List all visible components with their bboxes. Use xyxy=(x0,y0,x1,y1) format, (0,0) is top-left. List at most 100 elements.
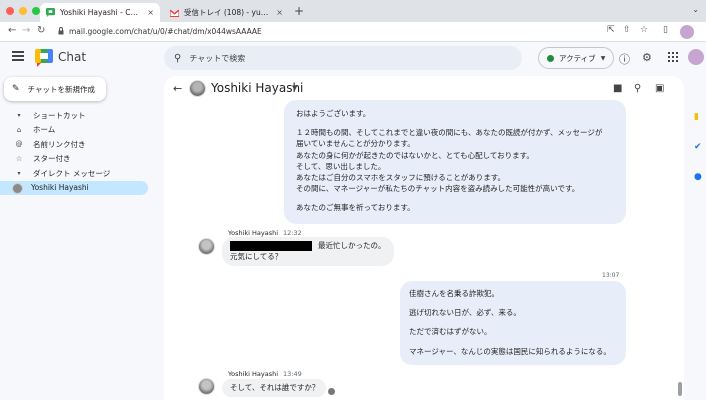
message-line: 元気にしてる？ xyxy=(230,252,283,262)
google-apps-icon[interactable] xyxy=(668,52,678,62)
sidebar-item-label: Yoshiki Hayashi xyxy=(31,183,89,193)
status-dot-icon xyxy=(547,54,554,62)
sidebar-item-label: ホーム xyxy=(33,125,56,135)
message-bubble-sent[interactable]: おはようございます。 １２時間もの間、そしてこれまでと違い夜の間にも、あなたの既… xyxy=(284,100,626,224)
avatar xyxy=(12,182,23,194)
search-input[interactable]: ⚲ チャットで検索 xyxy=(164,46,522,70)
avatar[interactable] xyxy=(198,238,215,255)
search-icon: ⚲ xyxy=(174,52,182,64)
message-sender: Yoshiki Hayashi 12:32 xyxy=(228,229,302,237)
search-icon[interactable]: ⚲ xyxy=(634,83,641,94)
close-tab-icon[interactable]: × xyxy=(276,8,283,17)
message-bubble-received[interactable]: 最近忙しかったの。 元気にしてる？ xyxy=(222,237,394,266)
sidebar-section-shortcuts[interactable]: ▾ ショートカット xyxy=(0,108,150,123)
sidebar-item-home[interactable]: ⌂ ホーム xyxy=(0,123,150,138)
tab-chat[interactable]: Yoshiki Hayashi - Chat × xyxy=(40,3,160,22)
message-line: あなたのご無事を祈っております。 xyxy=(296,203,415,213)
sidebar-item-label: ショートカット xyxy=(33,110,86,120)
open-external-icon[interactable]: ⇱ xyxy=(607,25,615,35)
caret-down-icon: ▾ xyxy=(17,169,21,177)
side-panel-icon[interactable]: ▯ xyxy=(663,25,668,35)
keep-icon[interactable]: ▮ xyxy=(694,112,699,122)
help-icon[interactable]: ⓘ xyxy=(619,51,630,67)
tab-search-chevron-icon[interactable]: ⌄ xyxy=(692,5,699,14)
message-time: 13:49 xyxy=(283,370,302,378)
sidebar-item-label: スター付き xyxy=(33,154,71,164)
scrollbar[interactable] xyxy=(678,382,682,396)
message-sender: Yoshiki Hayashi 13:49 xyxy=(228,370,302,378)
at-icon: @ xyxy=(15,140,23,149)
conversation-header: ← Yoshiki Hayashi ▼ ■ ⚲ ▣ xyxy=(164,76,684,102)
close-window-button[interactable] xyxy=(6,7,14,15)
address-bar[interactable]: mail.google.com/chat/u/0/#chat/dm/x044ws… xyxy=(58,24,638,39)
sidebar-item-mentions[interactable]: @ 名前リンク付き xyxy=(0,137,150,152)
app-title: Chat xyxy=(58,50,87,64)
chevron-down-icon[interactable]: ▼ xyxy=(292,84,297,92)
tasks-icon[interactable]: ✔ xyxy=(694,142,702,152)
account-avatar[interactable] xyxy=(688,49,704,65)
message-text: そして、それは誰ですか？ xyxy=(230,383,320,392)
sidebar-nav: ▾ ショートカット ⌂ ホーム @ 名前リンク付き ☆ スター付き ▾ ダイレク… xyxy=(0,108,150,195)
tab-gmail[interactable]: 受信トレイ (108) - yurikokuma × xyxy=(164,3,289,22)
back-arrow-icon[interactable]: ← xyxy=(173,82,182,95)
avatar[interactable] xyxy=(189,80,206,97)
contacts-icon[interactable]: ● xyxy=(694,172,702,182)
conversation-panel: ← Yoshiki Hayashi ▼ ■ ⚲ ▣ おはようございます。 １２時… xyxy=(164,76,684,400)
sidebar-item-dm-yoshiki-hayashi[interactable]: Yoshiki Hayashi xyxy=(0,180,148,195)
chevron-down-icon: ▼ xyxy=(600,54,606,62)
new-chat-label: チャットを新規作成 xyxy=(27,84,95,94)
close-tab-icon[interactable]: × xyxy=(147,8,154,17)
conversation-title[interactable]: Yoshiki Hayashi xyxy=(211,81,303,95)
settings-gear-icon[interactable]: ⚙ xyxy=(642,51,652,64)
gmail-favicon-icon xyxy=(170,8,179,17)
search-placeholder: チャットで検索 xyxy=(189,53,246,63)
message-line: 佳樹さんを名乗る詐欺犯。 xyxy=(409,289,499,298)
sidebar-item-starred[interactable]: ☆ スター付き xyxy=(0,152,150,167)
star-icon: ☆ xyxy=(15,154,23,163)
message-bubble-received[interactable]: そして、それは誰ですか？ xyxy=(222,379,326,397)
bookmark-star-icon[interactable]: ☆ xyxy=(640,25,648,35)
status-label: アクティブ xyxy=(559,53,596,63)
share-icon[interactable]: ⇧ xyxy=(623,25,631,35)
main-menu-icon[interactable] xyxy=(12,51,24,61)
sidebar-section-direct-messages[interactable]: ▾ ダイレクト メッセージ xyxy=(0,166,150,181)
message-line: そして、思い出しました。 xyxy=(296,161,386,171)
reload-icon[interactable]: ↻ xyxy=(37,25,45,36)
status-selector[interactable]: アクティブ ▼ xyxy=(538,47,615,69)
forward-icon[interactable]: → xyxy=(22,25,30,36)
back-icon[interactable]: ← xyxy=(8,25,16,36)
message-text: 最近忙しかったの。 xyxy=(318,241,386,250)
message-line: おはようございます。 xyxy=(296,109,371,118)
new-chat-button[interactable]: ✎ チャットを新規作成 xyxy=(4,77,106,101)
redaction-bar xyxy=(230,241,312,251)
url-text: mail.google.com/chat/u/0/#chat/dm/x044ws… xyxy=(69,27,262,36)
sender-name: Yoshiki Hayashi xyxy=(228,370,279,378)
video-call-icon[interactable]: ■ xyxy=(613,83,622,94)
new-tab-button[interactable]: + xyxy=(294,4,304,18)
message-time: 13:07 xyxy=(602,272,620,279)
message-bubble-sent[interactable]: 佳樹さんを名乗る詐欺犯。 逃げ切れない日が、必ず、来る。 ただで済むはずがない。… xyxy=(400,281,626,365)
message-line: １２時間もの間、そしてこれまでと違い夜の間にも、あなたの既読が付かず、メッセージ… xyxy=(296,128,603,138)
message-line: 逃げ切れない日が、必ず、来る。 xyxy=(409,308,521,318)
browser-tab-strip: Yoshiki Hayashi - Chat × 受信トレイ (108) - y… xyxy=(0,0,706,22)
google-chat-favicon-icon xyxy=(46,8,55,17)
picture-in-picture-icon[interactable]: ▣ xyxy=(655,83,664,94)
app-header: Chat ⚲ チャットで検索 アクティブ ▼ ⓘ ⚙ xyxy=(0,42,706,74)
message-line: 最近忙しかったの。 xyxy=(230,240,394,251)
avatar[interactable] xyxy=(198,378,215,395)
message-line: 届いていませんことが分かります。 xyxy=(296,139,415,149)
message-line: あなたの身に何かが起きたのではないかと、とても心配しております。 xyxy=(296,150,534,160)
message-line: マネージャー、なんじの実態は国民に知られるようになる。 xyxy=(409,346,611,356)
new-chat-icon: ✎ xyxy=(12,84,20,94)
browser-profile-avatar[interactable] xyxy=(680,25,694,39)
minimize-window-button[interactable] xyxy=(19,7,27,15)
browser-toolbar: ← → ↻ mail.google.com/chat/u/0/#chat/dm/… xyxy=(0,22,706,42)
zoom-window-button[interactable] xyxy=(32,7,40,15)
sidebar-item-label: ダイレクト メッセージ xyxy=(33,168,111,178)
window-controls xyxy=(6,7,40,15)
google-chat-logo-icon xyxy=(34,48,54,72)
